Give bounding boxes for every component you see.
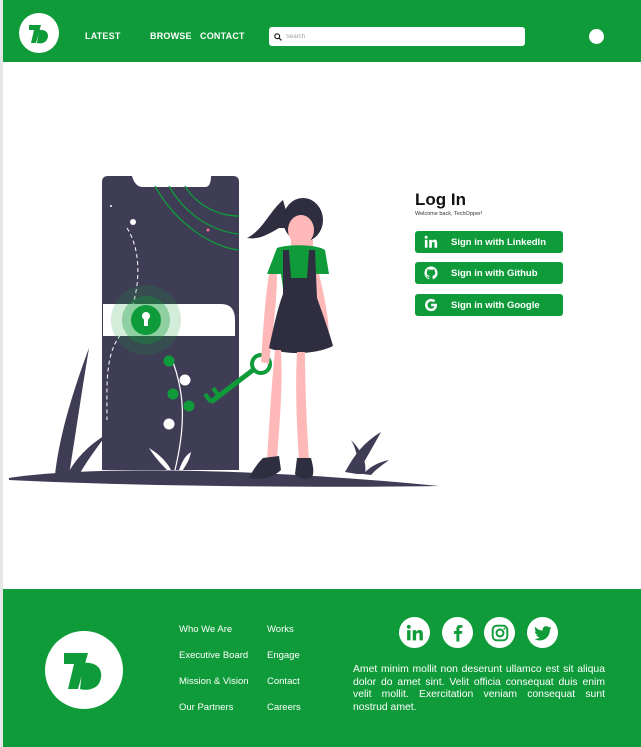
top-navbar: LATEST BROWSE CONTACT: [3, 0, 641, 62]
search-bar: [269, 27, 525, 46]
search-icon: [274, 32, 282, 41]
nav-browse[interactable]: BROWSE: [150, 31, 192, 41]
facebook-icon: [453, 624, 462, 641]
instagram-icon: [491, 624, 508, 641]
google-signin-label: Sign in with Google: [451, 299, 540, 311]
linkedin-icon: [424, 235, 438, 248]
linkedin-icon: [406, 624, 423, 640]
footer-link-careers[interactable]: Careers: [267, 702, 301, 713]
login-subtitle: Welcome back, TechOpper!: [415, 211, 483, 217]
login-title: Log In: [415, 190, 466, 209]
linkedin-signin-label: Sign in with LinkedIn: [451, 236, 546, 248]
grass-leaf: [363, 460, 389, 475]
github-signin-button[interactable]: Sign in with Github: [415, 262, 563, 284]
footer-instagram-button[interactable]: [484, 617, 515, 648]
github-icon: [424, 266, 438, 280]
footer-link-executive-board[interactable]: Executive Board: [179, 650, 248, 661]
nav-latest[interactable]: LATEST: [85, 31, 121, 41]
footer-link-works[interactable]: Works: [267, 624, 294, 635]
twitter-icon: [533, 625, 551, 640]
footer-twitter-button[interactable]: [527, 617, 558, 648]
footer-linkedin-button[interactable]: [399, 617, 430, 648]
search-input[interactable]: [286, 33, 516, 40]
github-signin-label: Sign in with Github: [451, 267, 538, 279]
linkedin-signin-button[interactable]: Sign in with LinkedIn: [415, 231, 563, 253]
user-avatar[interactable]: [589, 29, 604, 44]
footer-link-our-partners[interactable]: Our Partners: [179, 702, 233, 713]
techopper-logo-icon[interactable]: [19, 13, 59, 53]
footer-link-who-we-are[interactable]: Who We Are: [179, 624, 232, 635]
footer: Who We Are Executive Board Mission & Vis…: [3, 589, 641, 747]
google-signin-button[interactable]: Sign in with Google: [415, 294, 563, 316]
google-icon: [425, 298, 437, 312]
footer-description: Amet minim mollit non deserunt ullamco e…: [353, 664, 605, 713]
footer-link-engage[interactable]: Engage: [267, 650, 300, 661]
login-illustration: [9, 176, 439, 487]
techopper-logo-icon[interactable]: [45, 631, 123, 709]
footer-link-contact[interactable]: Contact: [267, 676, 300, 687]
nav-contact[interactable]: CONTACT: [200, 31, 245, 41]
footer-link-mission-vision[interactable]: Mission & Vision: [179, 676, 249, 687]
footer-facebook-button[interactable]: [442, 617, 473, 648]
page: LATEST BROWSE CONTACT Search Log In Welc…: [3, 0, 641, 747]
